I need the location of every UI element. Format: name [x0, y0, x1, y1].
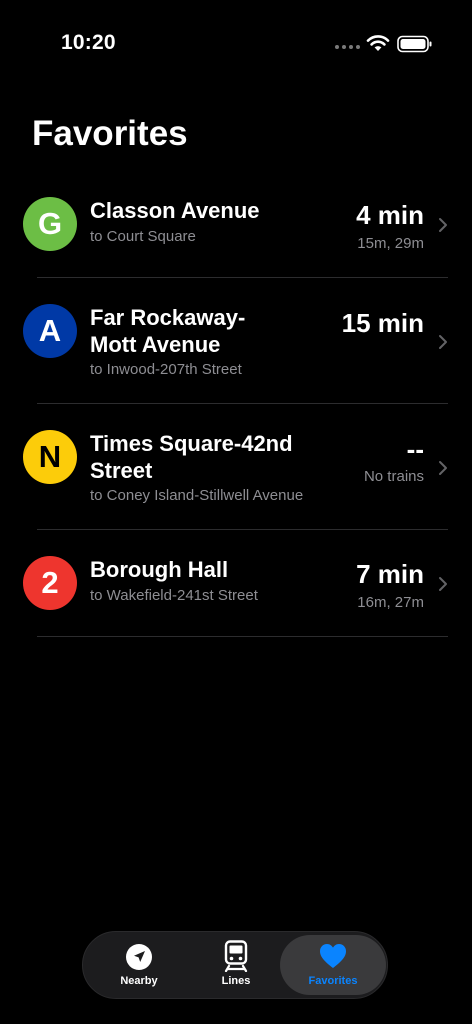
eta-text: 4 min: [356, 200, 424, 230]
line-badge-a: A: [23, 304, 77, 358]
heart-icon: [320, 944, 346, 968]
location-arrow-icon: [126, 944, 152, 970]
next-arrivals-text: 16m, 27m: [357, 594, 424, 611]
battery-icon: [397, 35, 432, 53]
next-arrivals-text: 15m, 29m: [357, 235, 424, 252]
row-divider: [37, 403, 448, 404]
tab-bar: Nearby Lines Favorites: [82, 931, 388, 999]
station-name: Classon Avenue: [90, 198, 260, 223]
status-bar: 10:20: [0, 0, 472, 80]
row-divider: [37, 277, 448, 278]
row-divider: [37, 529, 448, 530]
direction-text: to Wakefield-241st Street: [90, 587, 258, 604]
station-name: Times Square-42nd Street: [90, 431, 293, 483]
favorite-row-g[interactable]: G Classon Avenue to Court Square 4 min 1…: [0, 190, 472, 278]
eta-text: 15 min: [341, 308, 424, 338]
chevron-right-icon: [439, 577, 447, 591]
favorite-row-2[interactable]: 2 Borough Hall to Wakefield-241st Street…: [0, 548, 472, 636]
tab-label: Nearby: [120, 975, 158, 987]
tab-favorites[interactable]: Favorites: [280, 935, 386, 995]
chevron-right-icon: [439, 461, 447, 475]
station-name: Far Rockaway- Mott Avenue: [90, 305, 246, 357]
eta-text: 7 min: [356, 559, 424, 589]
favorite-row-a[interactable]: A Far Rockaway- Mott Avenue to Inwood-20…: [0, 296, 472, 404]
next-arrivals-text: No trains: [363, 468, 424, 485]
tab-lines[interactable]: Lines: [186, 932, 286, 998]
chevron-right-icon: [439, 335, 447, 349]
tab-label: Favorites: [308, 975, 358, 987]
line-badge-n: N: [23, 430, 77, 484]
line-badge-2: 2: [23, 556, 77, 610]
train-icon: [224, 940, 248, 972]
cellular-signal-icon: [335, 44, 361, 50]
chevron-right-icon: [439, 218, 447, 232]
row-divider: [37, 636, 448, 637]
wifi-icon: [366, 35, 390, 51]
page-title: Favorites: [32, 114, 188, 153]
direction-text: to Court Square: [90, 228, 196, 245]
status-time: 10:20: [61, 31, 116, 54]
favorite-row-n[interactable]: N Times Square-42nd Street to Coney Isla…: [0, 422, 472, 530]
line-badge-g: G: [23, 197, 77, 251]
station-name: Borough Hall: [90, 557, 229, 582]
eta-text: --: [406, 434, 424, 464]
tab-nearby[interactable]: Nearby: [89, 932, 189, 998]
direction-text: to Inwood-207th Street: [90, 361, 242, 378]
tab-label: Lines: [221, 975, 251, 987]
direction-text: to Coney Island-Stillwell Avenue: [90, 487, 304, 504]
